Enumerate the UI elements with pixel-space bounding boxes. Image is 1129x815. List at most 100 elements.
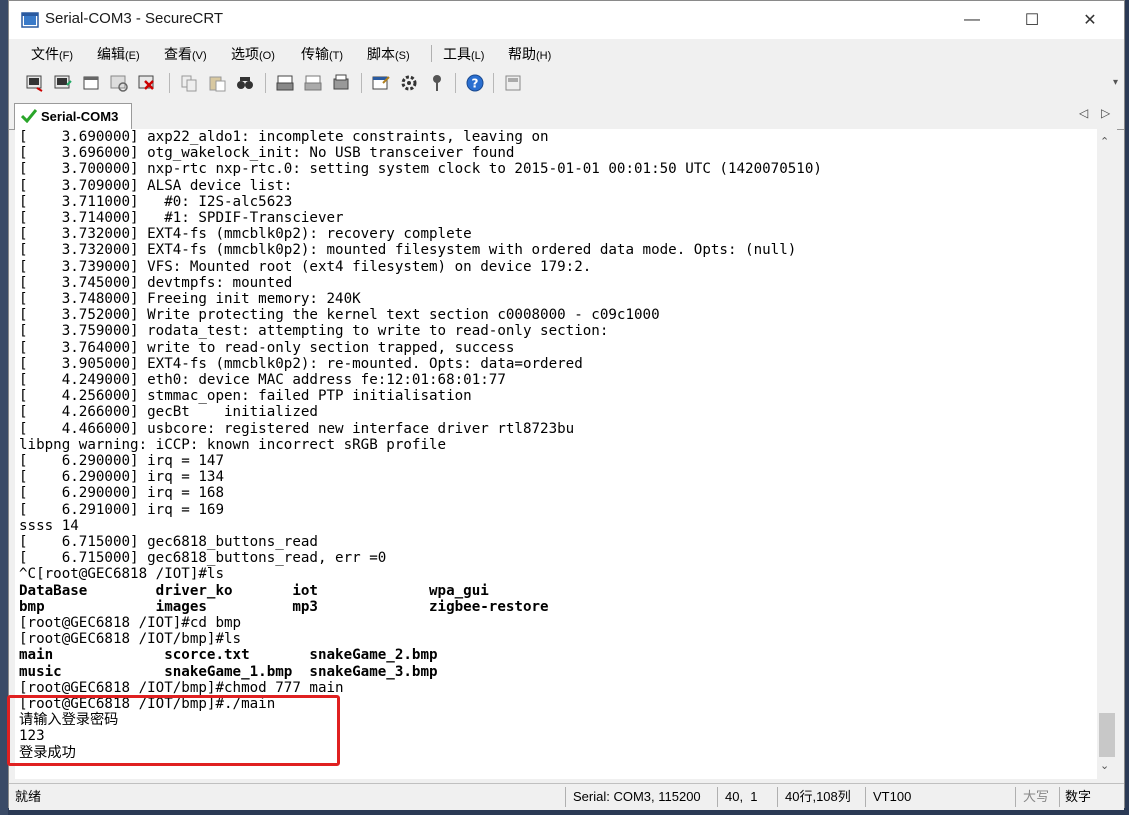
terminal-line: ssss 14 (19, 517, 79, 534)
terminal-line: [ 3.690000] axp22_aldo1: incomplete cons… (19, 129, 549, 145)
tab-prev-icon[interactable]: ◁ (1079, 106, 1088, 120)
menu-tools[interactable]: 工具(L) (443, 44, 484, 64)
status-separator (717, 787, 718, 807)
desktop-edge (0, 0, 8, 815)
disconnect-icon[interactable] (137, 73, 157, 93)
terminal-line: [ 6.290000] irq = 147 (19, 453, 224, 469)
maximize-button[interactable]: ☐ (1009, 1, 1055, 39)
terminal-line: [ 3.752000] Write protecting the kernel … (19, 307, 660, 324)
terminal-line: [root@GEC6818 /IOT]#cd bmp (19, 615, 242, 631)
terminal-line: [ 3.714000] #1: SPDIF-Transciever (19, 210, 344, 226)
securecrt-app-icon (21, 12, 39, 28)
terminal-line: [ 4.256000] stmmac_open: failed PTP init… (19, 388, 472, 405)
terminal-line: libpng warning: iCCP: known incorrect sR… (19, 436, 447, 453)
toolbar: ? ▾ (9, 67, 1124, 100)
paste-icon[interactable] (207, 73, 227, 93)
status-separator (777, 787, 778, 807)
help-icon[interactable]: ? (465, 73, 485, 93)
print-icon[interactable] (275, 73, 295, 93)
terminal-line: [ 6.715000] gec6818_buttons_read, err =0 (19, 550, 387, 567)
terminal-line: [root@GEC6818 /IOT/bmp]#chmod 777 main (19, 679, 344, 696)
terminal-line: [ 4.266000] gecBt initialized (19, 404, 318, 421)
menu-help[interactable]: 帮助(H) (508, 44, 551, 64)
menu-transfer[interactable]: 传输(T) (301, 44, 343, 64)
session-tab-bar: Serial-COM3 ◁ ▷ (9, 99, 1124, 130)
terminal-line: [ 3.745000] devtmpfs: mounted (19, 274, 293, 291)
minimize-button[interactable]: — (949, 1, 995, 39)
status-caps: 大写 (1023, 789, 1050, 804)
menu-edit[interactable]: 编辑(E) (97, 44, 140, 64)
terminal-line: [ 6.291000] irq = 169 (19, 501, 224, 518)
terminal-line: [ 3.739000] VFS: Mounted root (ext4 file… (19, 258, 592, 275)
terminal-line: [ 6.715000] gec6818_buttons_read (19, 534, 318, 550)
quick-connect-icon[interactable] (53, 73, 73, 93)
menu-options[interactable]: 选项(O) (231, 44, 275, 64)
status-separator (865, 787, 866, 807)
menu-view[interactable]: 查看(V) (164, 44, 207, 64)
printer-icon[interactable] (331, 73, 351, 93)
connect-tab-icon[interactable] (81, 73, 101, 93)
terminal-line: [ 4.466000] usbcore: registered new inte… (19, 420, 575, 437)
svg-text:?: ? (472, 77, 479, 91)
menu-file[interactable]: 文件(F) (31, 44, 73, 64)
terminal-line: music snakeGame_1.bmp snakeGame_3.bmp (19, 663, 438, 680)
terminal-line: [ 4.249000] eth0: device MAC address fe:… (19, 372, 506, 388)
scroll-up-icon[interactable]: ⌃ (1100, 135, 1109, 148)
tab-next-icon[interactable]: ▷ (1101, 106, 1110, 120)
terminal-line: [ 3.764000] write to read-only section t… (19, 339, 515, 356)
status-size: 40行,108列 (785, 789, 851, 804)
status-port: Serial: COM3, 115200 (573, 789, 701, 804)
toolbar-divider (455, 73, 456, 93)
terminal-line: main scorce.txt snakeGame_2.bmp (19, 647, 438, 664)
session-options-icon[interactable] (371, 73, 391, 93)
sftp-icon[interactable] (503, 73, 523, 93)
status-separator (565, 787, 566, 807)
menu-script[interactable]: 脚本(S) (367, 44, 410, 64)
scrollbar-thumb[interactable] (1099, 713, 1115, 757)
tab-label: Serial-COM3 (41, 109, 119, 124)
tab-serial-com3[interactable]: Serial-COM3 (14, 103, 132, 129)
keymap-icon[interactable] (427, 73, 447, 93)
terminal-line: [ 3.696000] otg_wakelock_init: No USB tr… (19, 145, 515, 162)
terminal-line: [ 3.759000] rodata_test: attempting to w… (19, 323, 609, 340)
status-emulation: VT100 (873, 789, 912, 804)
copy-icon[interactable] (179, 73, 199, 93)
terminal-line: [ 3.700000] nxp-rtc nxp-rtc.0: setting s… (19, 161, 822, 178)
terminal-line: [ 3.709000] ALSA device list: (19, 177, 293, 194)
title-bar: Serial-COM3 - SecureCRT — ☐ ✕ (9, 1, 1124, 39)
toolbar-overflow-icon[interactable]: ▾ (1113, 77, 1118, 88)
terminal-line: ^C[root@GEC6818 /IOT]#ls (19, 566, 224, 583)
annotation-highlight-box (7, 695, 340, 766)
status-num: 数字 (1065, 789, 1092, 804)
terminal-line: bmp images mp3 zigbee-restore (19, 598, 549, 615)
print-selection-icon[interactable] (303, 73, 323, 93)
terminal-line: [ 3.732000] EXT4-fs (mmcblk0p2): recover… (19, 226, 472, 243)
securecrt-window: Serial-COM3 - SecureCRT — ☐ ✕ 文件(F) 编辑(E… (8, 0, 1125, 810)
toolbar-divider (493, 73, 494, 93)
menu-bar: 文件(F) 编辑(E) 查看(V) 选项(O) 传输(T) 脚本(S) 工具(L… (9, 39, 1124, 67)
status-cursor-position: 40, 1 (725, 789, 758, 804)
terminal-line: DataBase driver_ko iot wpa_gui (19, 582, 489, 599)
status-separator (1015, 787, 1016, 807)
terminal-line: [ 6.290000] irq = 168 (19, 485, 224, 502)
connected-check-icon (21, 109, 37, 123)
reconnect-icon[interactable] (109, 73, 129, 93)
find-icon[interactable] (235, 73, 255, 93)
window-title: Serial-COM3 - SecureCRT (45, 10, 224, 27)
global-options-icon[interactable] (399, 73, 419, 93)
terminal-line: [root@GEC6818 /IOT/bmp]#ls (19, 631, 242, 648)
status-bar: 就绪 Serial: COM3, 115200 40, 1 40行,108列 V… (9, 783, 1124, 810)
terminal-line: [ 3.711000] #0: I2S-alc5623 (19, 193, 293, 210)
terminal-line: [ 3.732000] EXT4-fs (mmcblk0p2): mounted… (19, 242, 797, 259)
terminal-output[interactable]: [ 3.690000] axp22_aldo1: incomplete cons… (15, 129, 1097, 779)
vertical-scrollbar[interactable]: ⌃ ⌄ (1097, 129, 1117, 779)
terminal-line: [ 3.905000] EXT4-fs (mmcblk0p2): re-moun… (19, 355, 583, 372)
terminal-line: [ 6.290000] irq = 134 (19, 469, 224, 486)
close-button[interactable]: ✕ (1067, 1, 1113, 39)
menu-divider (431, 45, 432, 62)
connect-icon[interactable] (25, 73, 45, 93)
toolbar-divider (361, 73, 362, 93)
status-separator (1059, 787, 1060, 807)
scroll-down-icon[interactable]: ⌄ (1100, 759, 1109, 772)
status-ready: 就绪 (15, 789, 42, 804)
